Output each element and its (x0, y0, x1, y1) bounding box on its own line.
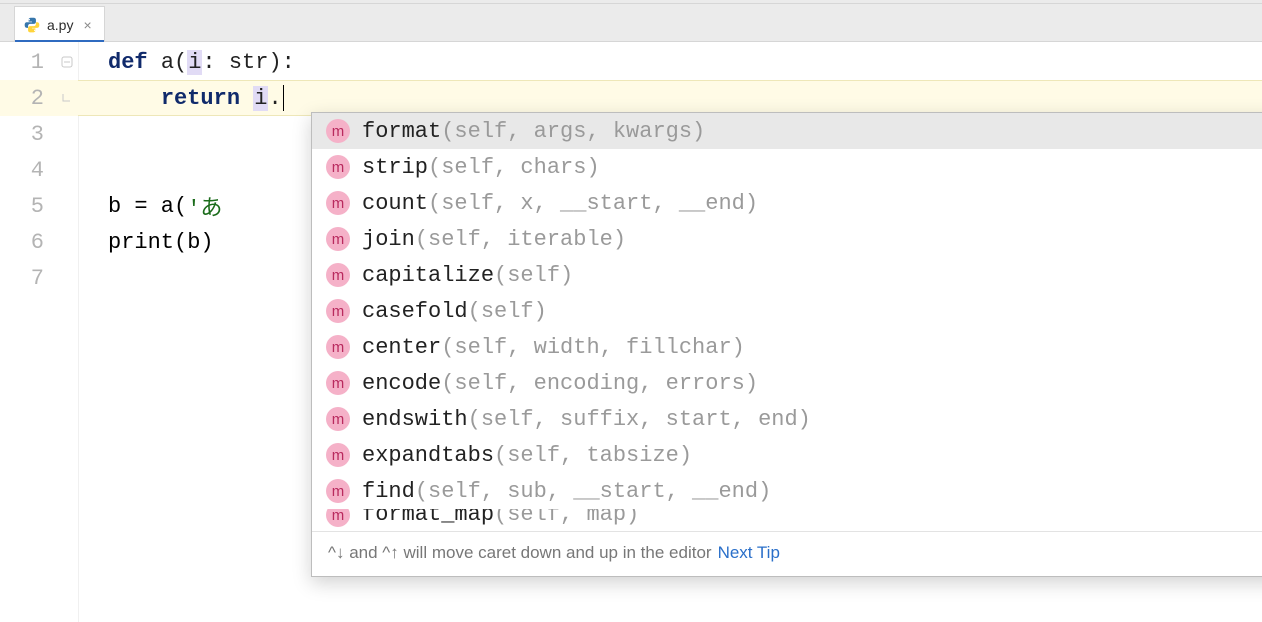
param-name: i (187, 50, 202, 75)
function-name: a (161, 50, 174, 75)
completion-footer: ^↓ and ^↑ will move caret down and up in… (312, 531, 1262, 576)
completion-item-name: center (362, 335, 441, 360)
file-tab[interactable]: a.py × (14, 6, 105, 42)
python-file-icon (23, 16, 41, 34)
footer-text: and (349, 543, 382, 562)
line-number: 6 (0, 224, 78, 260)
line-number-text: 5 (31, 194, 44, 219)
line-number-text: 4 (31, 158, 44, 183)
completion-item[interactable]: mcenter(self, width, fillchar)str (312, 329, 1262, 365)
completion-item-signature: (self, map) (494, 509, 639, 527)
method-badge-icon: m (326, 443, 350, 467)
completion-item-signature: (self, tabsize) (494, 443, 692, 468)
punct: ): (268, 50, 294, 75)
method-badge-icon: m (326, 479, 350, 503)
line-number: 7 (0, 260, 78, 296)
completion-item[interactable]: mfind(self, sub, __start, __end)str (312, 473, 1262, 509)
file-tab-label: a.py (47, 17, 73, 33)
completion-popup: mformat(self, args, kwargs)strmstrip(sel… (311, 112, 1262, 577)
method-badge-icon: m (326, 299, 350, 323)
type-annotation: str (229, 50, 269, 75)
code-line-2[interactable]: return i. (78, 80, 1262, 116)
method-badge-icon: m (326, 155, 350, 179)
completion-item[interactable]: mcount(self, x, __start, __end)str (312, 185, 1262, 221)
completion-item-signature: (self, args, kwargs) (441, 119, 705, 144)
line-number: 1 (0, 44, 78, 80)
method-badge-icon: m (326, 371, 350, 395)
punct: . (268, 86, 281, 111)
method-badge-icon: m (326, 119, 350, 143)
completion-item-name: join (362, 227, 415, 252)
completion-item-name: encode (362, 371, 441, 396)
completion-list[interactable]: mformat(self, args, kwargs)strmstrip(sel… (312, 113, 1262, 531)
completion-item-name: format (362, 119, 441, 144)
punct: ( (174, 50, 187, 75)
footer-hint: ^↓ and ^↑ will move caret down and up in… (328, 543, 712, 563)
completion-item-name: find (362, 479, 415, 504)
completion-item-name: count (362, 191, 428, 216)
keyword-return: return (161, 86, 253, 111)
line-number: 5 (0, 188, 78, 224)
completion-item-signature: (self, suffix, start, end) (468, 407, 811, 432)
line-number-text: 3 (31, 122, 44, 147)
code-text: print(b) (108, 230, 214, 255)
gutter: 1 2 3 4 5 6 7 (0, 42, 78, 622)
indent (108, 86, 161, 111)
completion-item-signature: (self, width, fillchar) (441, 335, 745, 360)
completion-item-signature: (self, chars) (428, 155, 600, 180)
completion-item[interactable]: mformat_map(self, map)str (312, 509, 1262, 531)
method-badge-icon: m (326, 191, 350, 215)
completion-item[interactable]: mcapitalize(self)str (312, 257, 1262, 293)
line-number: 3 (0, 116, 78, 152)
keyword-def: def (108, 50, 161, 75)
fold-marker-icon[interactable] (60, 55, 74, 69)
completion-item-name: capitalize (362, 263, 494, 288)
footer-keycombo-2: ^↑ (382, 543, 403, 562)
completion-item-signature: (self, sub, __start, __end) (415, 479, 771, 504)
completion-item-signature: (self, iterable) (415, 227, 626, 252)
line-number-text: 7 (31, 266, 44, 291)
code-text: b = a( (108, 194, 187, 219)
identifier: i (253, 86, 268, 111)
completion-item-name: format_map (362, 509, 494, 527)
completion-item-signature: (self, x, __start, __end) (428, 191, 758, 216)
fold-end-icon[interactable] (60, 91, 74, 105)
completion-item[interactable]: mencode(self, encoding, errors)str (312, 365, 1262, 401)
close-icon[interactable]: × (79, 17, 91, 33)
editor-window: a.py × 1 2 3 4 5 6 7 d (0, 0, 1262, 622)
next-tip-link[interactable]: Next Tip (718, 543, 780, 563)
method-badge-icon: m (326, 227, 350, 251)
string-literal: 'あ (187, 190, 222, 222)
completion-item[interactable]: mjoin(self, iterable)str (312, 221, 1262, 257)
line-number: 4 (0, 152, 78, 188)
completion-item[interactable]: mexpandtabs(self, tabsize)str (312, 437, 1262, 473)
method-badge-icon: m (326, 509, 350, 527)
footer-keycombo-1: ^↓ (328, 543, 349, 562)
line-number-text: 2 (31, 86, 44, 111)
code-pane[interactable]: def a(i: str): return i. b = a('あ print(… (78, 42, 1262, 622)
completion-item-name: expandtabs (362, 443, 494, 468)
editor-area[interactable]: 1 2 3 4 5 6 7 def a(i: str): return i. (0, 42, 1262, 622)
completion-item-signature: (self) (468, 299, 547, 324)
punct: : (202, 50, 228, 75)
completion-item-name: casefold (362, 299, 468, 324)
method-badge-icon: m (326, 263, 350, 287)
method-badge-icon: m (326, 407, 350, 431)
completion-item-name: endswith (362, 407, 468, 432)
line-number-text: 1 (31, 50, 44, 75)
completion-item[interactable]: mstrip(self, chars)str (312, 149, 1262, 185)
completion-item[interactable]: mendswith(self, suffix, start, end)str (312, 401, 1262, 437)
footer-text: will move caret down and up in the edito… (404, 543, 712, 562)
text-caret (283, 85, 284, 111)
tab-bar: a.py × (0, 4, 1262, 42)
code-line-1[interactable]: def a(i: str): (78, 44, 1262, 80)
completion-item-name: strip (362, 155, 428, 180)
completion-item-signature: (self, encoding, errors) (441, 371, 758, 396)
completion-item-signature: (self) (494, 263, 573, 288)
completion-item[interactable]: mformat(self, args, kwargs)str (312, 113, 1262, 149)
line-number-text: 6 (31, 230, 44, 255)
method-badge-icon: m (326, 335, 350, 359)
completion-item[interactable]: mcasefold(self)str (312, 293, 1262, 329)
line-number: 2 (0, 80, 78, 116)
